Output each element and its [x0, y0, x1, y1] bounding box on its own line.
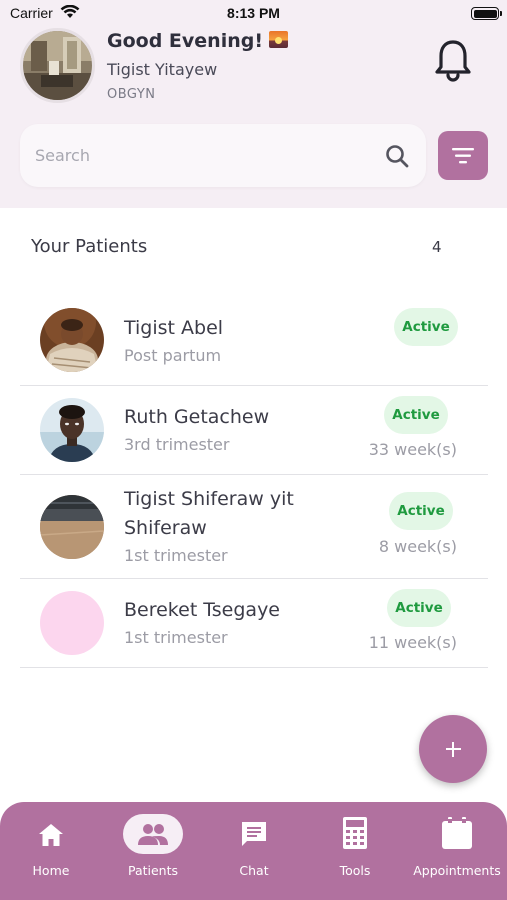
nav-item-chat[interactable]: Chat [214, 802, 294, 900]
header: Carrier 8:13 PM Good Evening! Tigist Yit… [0, 0, 507, 208]
bottom-nav: Home Patients Chat Tools Appointments [0, 802, 507, 900]
user-name: Tigist Yitayew [107, 60, 218, 79]
patient-name: Tigist Abel [124, 317, 224, 339]
weeks-count: 11 week(s) [368, 633, 457, 652]
filter-button[interactable] [438, 131, 488, 180]
patient-avatar [40, 495, 104, 559]
status-badge: Active [394, 308, 458, 346]
patient-stage: Post partum [124, 346, 222, 365]
patient-row[interactable]: Tigist Abel Post partum Active [20, 296, 488, 386]
calendar-icon [442, 817, 472, 849]
sunset-icon [269, 31, 288, 48]
patients-count: 4 [432, 238, 442, 256]
patient-stage: 1st trimester [124, 546, 228, 565]
patient-avatar [40, 398, 104, 462]
user-role: OBGYN [107, 87, 156, 102]
status-badge: Active [387, 589, 451, 627]
people-icon [138, 824, 168, 845]
nav-item-appointments[interactable]: Appointments [411, 802, 503, 900]
nav-item-tools[interactable]: Tools [315, 802, 395, 900]
patient-row[interactable]: Tigist Shiferaw yit Shiferaw 1st trimest… [20, 475, 488, 579]
patient-stage: 1st trimester [124, 628, 228, 647]
nav-item-patients[interactable]: Patients [108, 802, 198, 900]
patient-row[interactable]: Bereket Tsegaye 1st trimester Active 11 … [20, 579, 488, 668]
nav-label-chat: Chat [239, 863, 269, 878]
patient-avatar [40, 591, 104, 655]
nav-label-tools: Tools [339, 863, 371, 878]
search-icon[interactable] [384, 143, 410, 169]
bell-icon[interactable] [433, 38, 473, 82]
nav-label-patients: Patients [127, 863, 179, 878]
patients-title: Your Patients [31, 236, 148, 257]
status-badge: Active [384, 396, 448, 434]
filter-icon [452, 148, 474, 164]
home-icon [39, 824, 63, 846]
patient-stage: 3rd trimester [124, 435, 230, 454]
chat-icon [242, 822, 266, 846]
nav-label-appointments: Appointments [413, 863, 501, 878]
patient-name: Tigist Shiferaw yit Shiferaw [124, 488, 294, 539]
greeting-text: Good Evening! [107, 30, 288, 52]
status-bar: Carrier 8:13 PM [0, 0, 507, 28]
search-bar[interactable]: Search [20, 124, 426, 187]
patient-name: Ruth Getachew [124, 406, 270, 428]
patient-row[interactable]: Ruth Getachew 3rd trimester Active 33 we… [20, 386, 488, 475]
battery-icon [471, 7, 502, 20]
clock: 8:13 PM [227, 5, 280, 21]
status-badge: Active [389, 492, 453, 530]
user-avatar[interactable] [20, 28, 95, 103]
calculator-icon [343, 817, 367, 849]
search-input[interactable]: Search [35, 146, 90, 165]
weeks-count: 8 week(s) [378, 537, 457, 556]
add-patient-button[interactable] [419, 715, 487, 783]
nav-label-home: Home [32, 863, 70, 878]
weeks-count: 33 week(s) [368, 440, 457, 459]
nav-item-home[interactable]: Home [11, 802, 91, 900]
patient-name: Bereket Tsegaye [124, 599, 280, 621]
patient-avatar [40, 308, 104, 372]
